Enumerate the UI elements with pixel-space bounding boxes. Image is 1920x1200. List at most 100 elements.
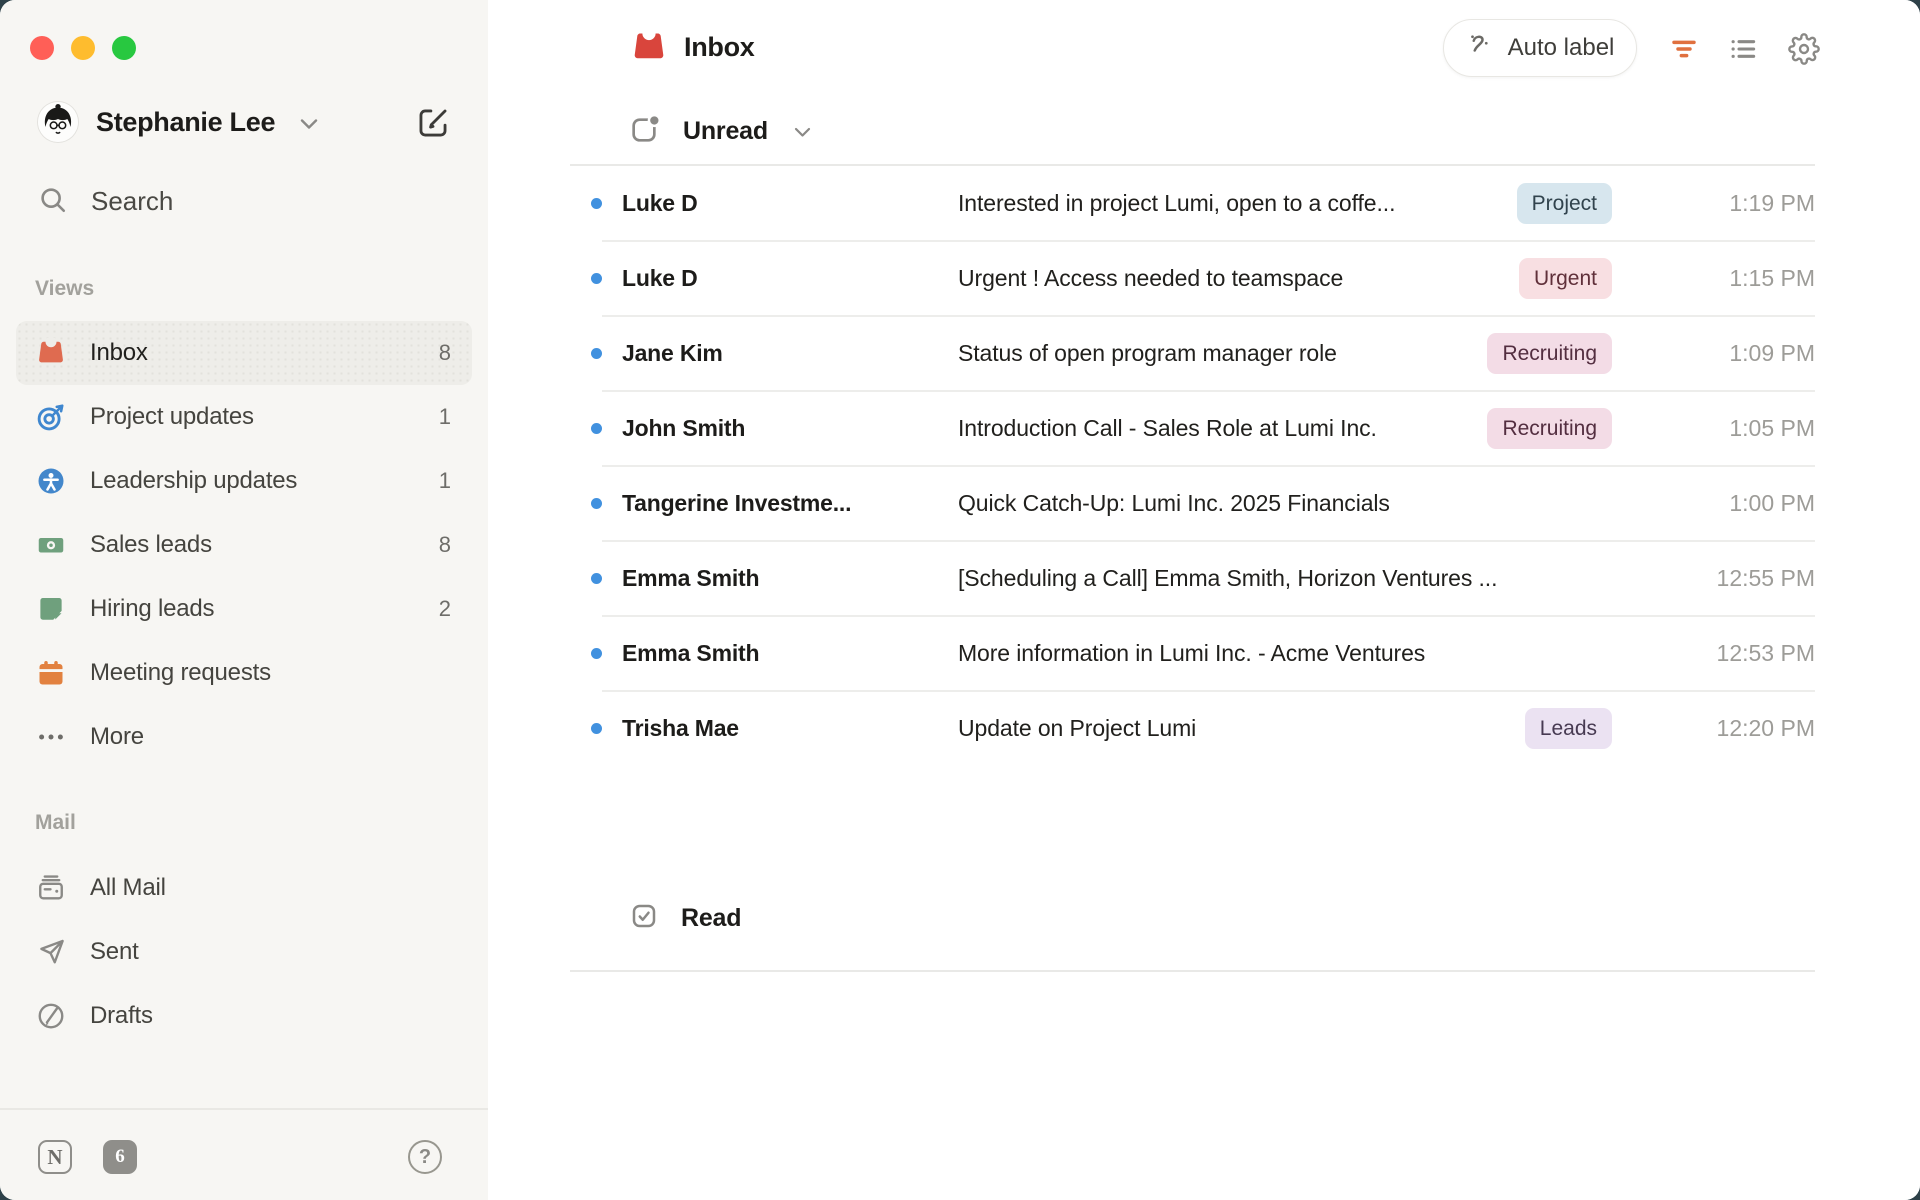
unread-section-label: Unread (683, 117, 768, 146)
email-row[interactable]: Emma Smith More information in Lumi Inc.… (570, 616, 1815, 691)
email-sender: Luke D (622, 265, 958, 292)
sidebar-item-label: Hiring leads (90, 595, 214, 623)
account-switcher[interactable]: Stephanie Lee (0, 100, 488, 146)
email-row[interactable]: Jane Kim Status of open program manager … (570, 316, 1815, 391)
unread-dot (591, 723, 602, 734)
unread-dot (591, 273, 602, 284)
sidebar-item-label: Sales leads (90, 531, 212, 559)
help-button[interactable]: ? (408, 1140, 442, 1174)
compose-button[interactable] (416, 106, 450, 140)
unread-dot (591, 423, 602, 434)
email-label-badge[interactable]: Leads (1525, 708, 1612, 749)
email-row[interactable]: Emma Smith [Scheduling a Call] Emma Smit… (570, 541, 1815, 616)
sidebar-item-inbox[interactable]: Inbox 8 (16, 321, 472, 385)
unread-dot-column (570, 348, 622, 359)
email-time: 1:09 PM (1685, 340, 1815, 367)
filter-icon[interactable] (1668, 33, 1700, 65)
sidebar-item-label: Leadership updates (90, 467, 297, 495)
sidebar-item-label: Sent (90, 938, 139, 966)
email-label-badge[interactable]: Urgent (1519, 258, 1612, 299)
sidebar: Stephanie Lee Search Views (0, 0, 488, 1200)
sidebar-item-project-updates[interactable]: Project updates 1 (16, 385, 472, 449)
email-subject: Status of open program manager role (958, 340, 1471, 367)
auto-label-icon (1466, 30, 1496, 67)
paper-plane-icon (36, 937, 66, 967)
email-time: 1:15 PM (1685, 265, 1815, 292)
unread-icon (629, 113, 661, 150)
email-time: 12:53 PM (1685, 640, 1815, 667)
sidebar-item-hiring-leads[interactable]: Hiring leads 2 (16, 577, 472, 641)
sidebar-item-sent[interactable]: Sent (16, 920, 472, 984)
unread-dot-column (570, 273, 622, 284)
gear-icon[interactable] (1788, 33, 1820, 65)
chevron-down-icon (300, 117, 318, 135)
unread-section-header[interactable]: Unread (629, 113, 811, 150)
sidebar-item-count: 2 (439, 596, 451, 622)
sidebar-item-sales-leads[interactable]: Sales leads 8 (16, 513, 472, 577)
note-icon (36, 594, 66, 624)
list-view-icon[interactable] (1727, 33, 1759, 65)
zoom-window-button[interactable] (112, 36, 136, 60)
email-label-badge[interactable]: Recruiting (1487, 333, 1612, 374)
page-title-group: Inbox (631, 29, 755, 65)
search-icon (38, 185, 68, 220)
dollar-bill-icon (36, 530, 66, 560)
auto-label-button[interactable]: Auto label (1443, 19, 1637, 77)
email-list: Luke D Interested in project Lumi, open … (570, 166, 1815, 766)
page-title: Inbox (684, 32, 755, 63)
search-button[interactable]: Search (0, 178, 488, 222)
inbox-icon (36, 338, 66, 368)
unread-dot (591, 198, 602, 209)
email-row[interactable]: Luke D Urgent ! Access needed to teamspa… (570, 241, 1815, 316)
read-divider (570, 970, 1815, 972)
email-time: 12:55 PM (1685, 565, 1815, 592)
main-panel: Inbox Auto label (488, 0, 1920, 1200)
sidebar-item-meeting-requests[interactable]: Meeting requests (16, 641, 472, 705)
auto-label-text: Auto label (1508, 34, 1615, 62)
minimize-window-button[interactable] (71, 36, 95, 60)
sidebar-item-count: 1 (439, 404, 451, 430)
email-subject: [Scheduling a Call] Emma Smith, Horizon … (958, 565, 1685, 592)
read-section-header[interactable]: Read (629, 901, 741, 936)
sidebar-item-drafts[interactable]: Drafts (16, 984, 472, 1048)
email-row[interactable]: Trisha Mae Update on Project Lumi Leads … (570, 691, 1815, 766)
email-subject: More information in Lumi Inc. - Acme Ven… (958, 640, 1685, 667)
chevron-down-icon (794, 125, 811, 143)
email-subject: Urgent ! Access needed to teamspace (958, 265, 1503, 292)
email-subject: Update on Project Lumi (958, 715, 1509, 742)
calendar-app-button[interactable]: 6 (103, 1140, 137, 1174)
views-section-title: Views (35, 277, 94, 301)
unread-dot-column (570, 198, 622, 209)
unread-dot (591, 348, 602, 359)
sidebar-item-label: More (90, 723, 144, 751)
email-sender: Emma Smith (622, 565, 958, 592)
sidebar-item-label: Meeting requests (90, 659, 271, 687)
email-row[interactable]: Luke D Interested in project Lumi, open … (570, 166, 1815, 241)
email-row[interactable]: John Smith Introduction Call - Sales Rol… (570, 391, 1815, 466)
person-circle-icon (36, 466, 66, 496)
calendar-icon (36, 658, 66, 688)
email-sender: Luke D (622, 190, 958, 217)
user-name: Stephanie Lee (96, 107, 275, 138)
email-time: 1:05 PM (1685, 415, 1815, 442)
sidebar-item-all-mail[interactable]: All Mail (16, 856, 472, 920)
sidebar-item-count: 8 (439, 340, 451, 366)
sidebar-item-more[interactable]: More (16, 705, 472, 769)
unread-dot-column (570, 498, 622, 509)
sidebar-item-count: 8 (439, 532, 451, 558)
sidebar-item-leadership-updates[interactable]: Leadership updates 1 (16, 449, 472, 513)
email-subject: Introduction Call - Sales Role at Lumi I… (958, 415, 1471, 442)
close-window-button[interactable] (30, 36, 54, 60)
email-sender: John Smith (622, 415, 958, 442)
target-icon (36, 402, 66, 432)
unread-dot-column (570, 648, 622, 659)
app-window: Stephanie Lee Search Views (0, 0, 1920, 1200)
notion-logo-button[interactable]: N (38, 1140, 72, 1174)
email-label-badge[interactable]: Recruiting (1487, 408, 1612, 449)
mail-section-title: Mail (35, 811, 76, 835)
read-section-label: Read (681, 904, 741, 933)
email-label-badge[interactable]: Project (1517, 183, 1612, 224)
sidebar-item-label: Drafts (90, 1002, 153, 1030)
unread-dot-column (570, 573, 622, 584)
email-row[interactable]: Tangerine Investme... Quick Catch-Up: Lu… (570, 466, 1815, 541)
